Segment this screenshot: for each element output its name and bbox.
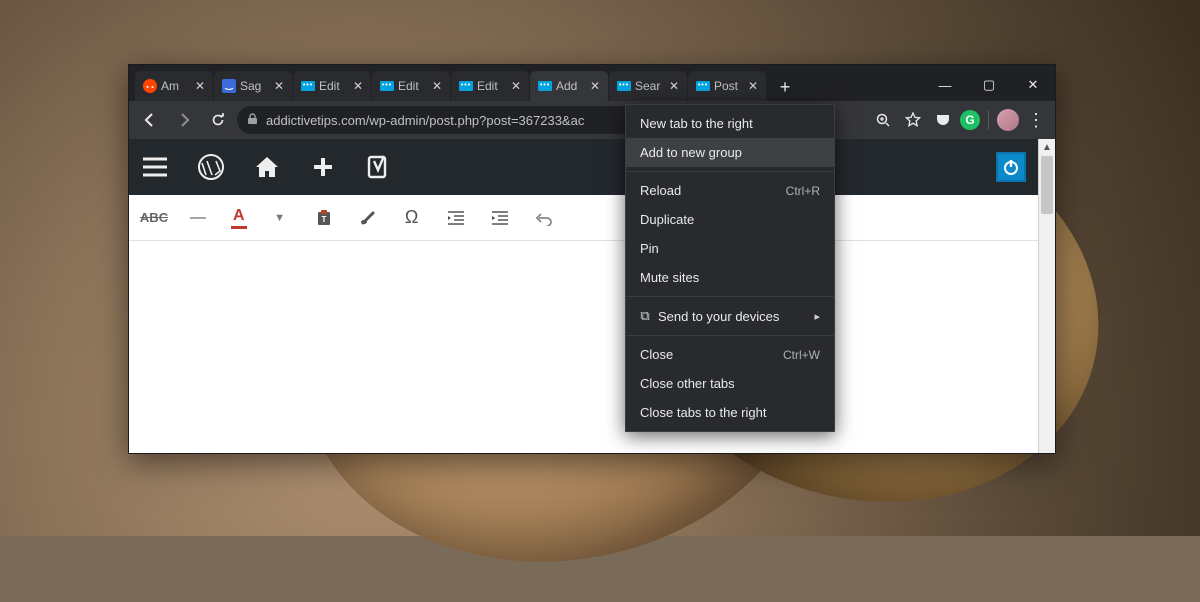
scroll-thumb[interactable] <box>1041 156 1053 214</box>
tab-title: Add <box>556 79 584 93</box>
window-controls: — ▢ ✕ <box>923 69 1055 101</box>
addictivetips-icon: ••• <box>696 79 710 93</box>
menu-new-tab-right[interactable]: New tab to the right <box>626 109 834 138</box>
undo-button[interactable] <box>533 207 555 229</box>
reload-button[interactable] <box>203 105 233 135</box>
menu-separator <box>626 335 834 336</box>
tab-strip: Am ✕ Sag ✕ ••• Edit ✕ ••• Edit ✕ ••• Edi… <box>129 65 1055 101</box>
tab-4[interactable]: ••• Edit ✕ <box>451 71 529 101</box>
editor-toolbar: ABC — A ▼ T Ω <box>129 195 1038 241</box>
bookmark-button[interactable] <box>900 107 926 133</box>
divider <box>988 110 989 130</box>
addictivetips-icon: ••• <box>617 79 631 93</box>
menu-send-devices[interactable]: ⧉ Send to your devices ▸ <box>626 301 834 331</box>
chrome-menu-button[interactable]: ⋮ <box>1023 107 1049 133</box>
menu-mute[interactable]: Mute sites <box>626 263 834 292</box>
minimize-button[interactable]: — <box>923 69 967 101</box>
back-button[interactable] <box>135 105 165 135</box>
address-bar[interactable]: addictivetips.com/wp-admin/post.php?post… <box>237 106 685 134</box>
vertical-scrollbar[interactable]: ▲ <box>1038 139 1055 453</box>
menu-close-other[interactable]: Close other tabs <box>626 369 834 398</box>
grammarly-extension-icon[interactable]: G <box>960 110 980 130</box>
tab-context-menu: New tab to the right Add to new group Re… <box>625 104 835 432</box>
pocket-extension-icon[interactable] <box>930 107 956 133</box>
addictivetips-icon: ••• <box>459 79 473 93</box>
menu-reload[interactable]: Reload Ctrl+R <box>626 176 834 205</box>
tab-3[interactable]: ••• Edit ✕ <box>372 71 450 101</box>
scroll-up-button[interactable]: ▲ <box>1039 139 1055 156</box>
devices-icon: ⧉ <box>636 308 654 324</box>
maximize-button[interactable]: ▢ <box>967 69 1011 101</box>
menu-duplicate[interactable]: Duplicate <box>626 205 834 234</box>
tab-title: Edit <box>477 79 505 93</box>
menu-close[interactable]: Close Ctrl+W <box>626 340 834 369</box>
close-icon[interactable]: ✕ <box>430 79 444 93</box>
close-icon[interactable]: ✕ <box>272 79 286 93</box>
menu-add-to-new-group[interactable]: Add to new group <box>626 138 834 167</box>
zoom-button[interactable] <box>870 107 896 133</box>
menu-separator <box>626 171 834 172</box>
text-color-button[interactable]: A <box>231 207 247 229</box>
home-icon[interactable] <box>253 153 281 181</box>
wordpress-icon[interactable] <box>197 153 225 181</box>
lock-icon <box>247 113 258 128</box>
page-content: ABC — A ▼ T Ω <box>129 139 1055 453</box>
outdent-button[interactable] <box>445 207 467 229</box>
tab-title: Am <box>161 79 189 93</box>
tab-5[interactable]: ••• Add ✕ <box>530 71 608 101</box>
close-icon[interactable]: ✕ <box>351 79 365 93</box>
close-icon[interactable]: ✕ <box>509 79 523 93</box>
forward-button[interactable] <box>169 105 199 135</box>
menu-pin[interactable]: Pin <box>626 234 834 263</box>
close-icon[interactable]: ✕ <box>588 79 602 93</box>
window-close-button[interactable]: ✕ <box>1011 69 1055 101</box>
tab-title: Sear <box>635 79 663 93</box>
clear-format-button[interactable] <box>357 207 379 229</box>
svg-text:T: T <box>321 215 326 224</box>
profile-avatar[interactable] <box>997 109 1019 131</box>
browser-toolbar: addictivetips.com/wp-admin/post.php?post… <box>129 101 1055 139</box>
editor-canvas[interactable] <box>129 241 1038 453</box>
paste-text-button[interactable]: T <box>313 207 335 229</box>
menu-close-right[interactable]: Close tabs to the right <box>626 398 834 427</box>
tab-title: Post <box>714 79 742 93</box>
sage-icon <box>222 79 236 93</box>
text-color-dropdown[interactable]: ▼ <box>269 207 291 229</box>
chrome-window: Am ✕ Sag ✕ ••• Edit ✕ ••• Edit ✕ ••• Edi… <box>128 64 1056 454</box>
reddit-icon <box>143 79 157 93</box>
new-tab-button[interactable]: + <box>771 73 799 101</box>
hr-button[interactable]: — <box>187 207 209 229</box>
chevron-right-icon: ▸ <box>814 310 820 323</box>
indent-button[interactable] <box>489 207 511 229</box>
spellcheck-button[interactable]: ABC <box>143 207 165 229</box>
tab-1[interactable]: Sag ✕ <box>214 71 292 101</box>
tab-7[interactable]: ••• Post ✕ <box>688 71 766 101</box>
tab-0[interactable]: Am ✕ <box>135 71 213 101</box>
close-icon[interactable]: ✕ <box>746 79 760 93</box>
yoast-icon[interactable] <box>365 153 393 181</box>
url-text: addictivetips.com/wp-admin/post.php?post… <box>266 113 584 128</box>
tab-title: Sag <box>240 79 268 93</box>
tab-title: Edit <box>319 79 347 93</box>
special-char-button[interactable]: Ω <box>401 207 423 229</box>
close-icon[interactable]: ✕ <box>667 79 681 93</box>
wordpress-admin-bar <box>129 139 1038 195</box>
menu-separator <box>626 296 834 297</box>
close-icon[interactable]: ✕ <box>193 79 207 93</box>
addictivetips-icon: ••• <box>380 79 394 93</box>
power-button[interactable] <box>996 152 1026 182</box>
tab-2[interactable]: ••• Edit ✕ <box>293 71 371 101</box>
hamburger-icon[interactable] <box>141 153 169 181</box>
add-new-icon[interactable] <box>309 153 337 181</box>
addictivetips-icon: ••• <box>538 79 552 93</box>
tab-title: Edit <box>398 79 426 93</box>
tab-6[interactable]: ••• Sear ✕ <box>609 71 687 101</box>
addictivetips-icon: ••• <box>301 79 315 93</box>
